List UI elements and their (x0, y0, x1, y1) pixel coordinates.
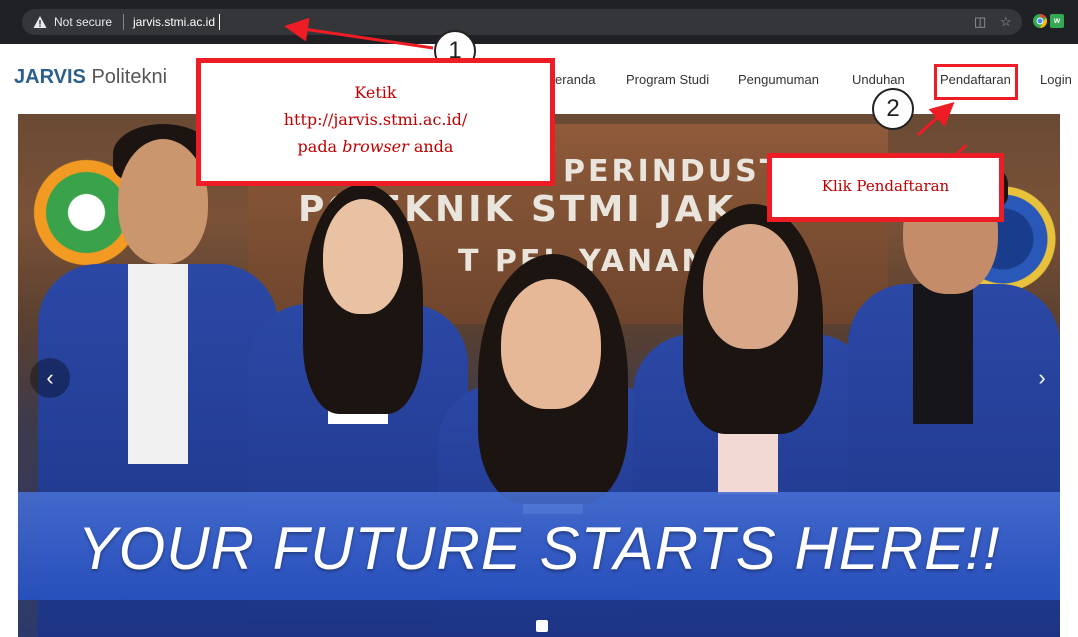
callout-step-2: Klik Pendaftaran (767, 153, 1004, 222)
callout-1-line-1: Ketik (354, 83, 397, 102)
callout-1-prefix: pada (297, 137, 343, 156)
callout-1-em: browser (342, 137, 409, 156)
callout-1-line-2: http://jarvis.stmi.ac.id/ (283, 110, 468, 129)
callout-1-line-3: pada browser anda (201, 133, 550, 160)
callout-1-suffix: anda (408, 137, 454, 156)
pendaftaran-highlight (934, 64, 1018, 100)
callout-step-1: Ketik http://jarvis.stmi.ac.id/ pada bro… (196, 58, 555, 186)
step-2-badge: 2 (872, 88, 914, 130)
